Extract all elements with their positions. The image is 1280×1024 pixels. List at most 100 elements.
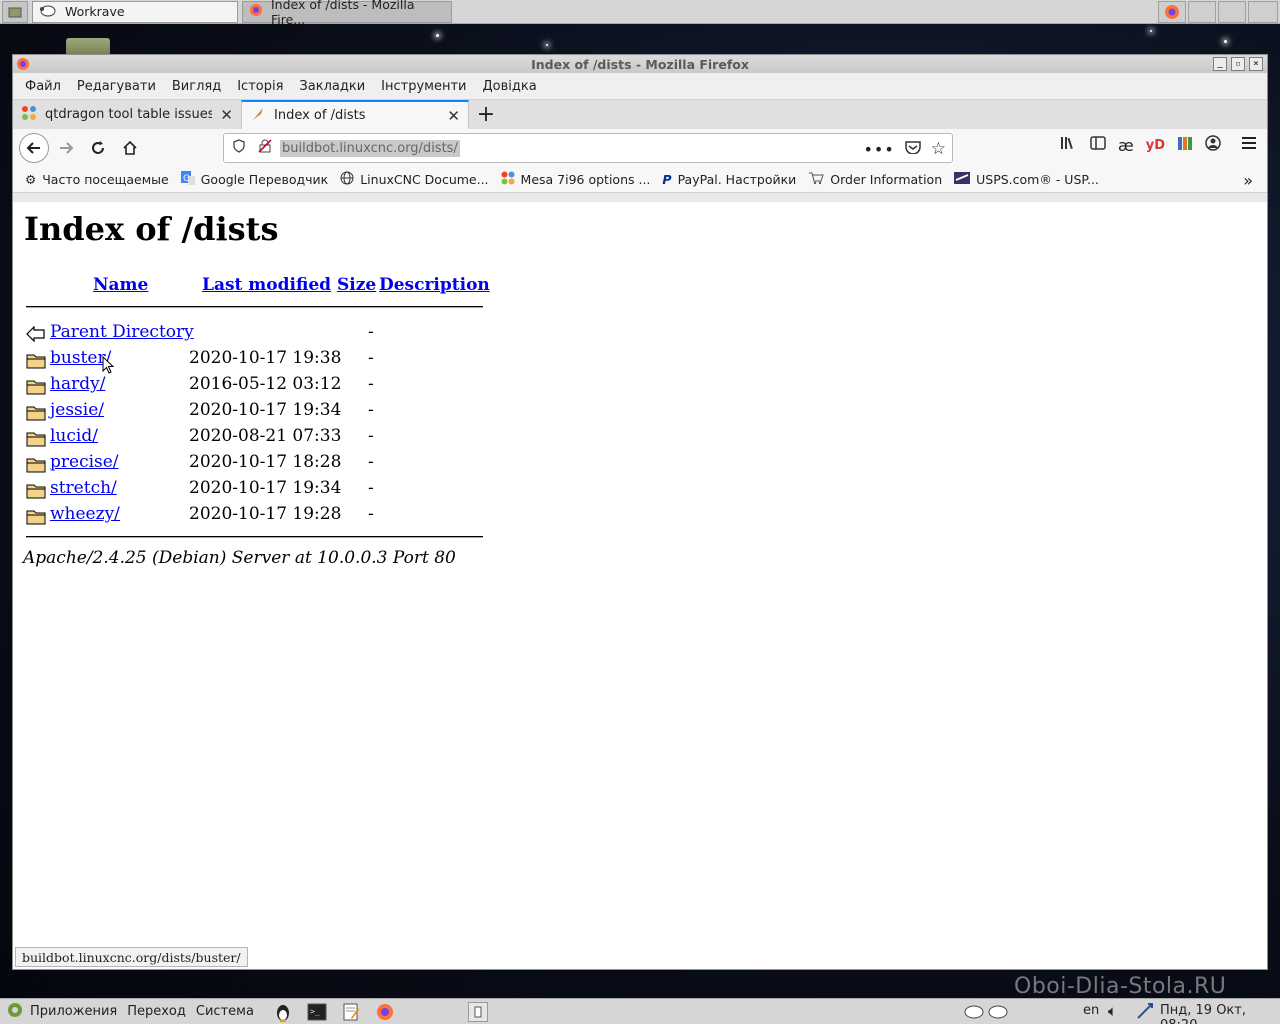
bookmark-most-visited[interactable]: ⚙ Часто посещаемые [25,172,169,187]
account-icon[interactable] [1205,135,1221,155]
reload-button[interactable] [83,133,113,163]
menu-file[interactable]: Файл [17,79,69,94]
back-arrow-icon [26,325,46,343]
pocket-icon[interactable] [905,140,921,158]
bookmark-mesa-7i96[interactable]: Mesa 7i96 options ... [501,171,650,188]
tray-slot[interactable] [1188,1,1216,23]
directory-link[interactable]: lucid/ [50,426,98,446]
text-editor-launcher-icon[interactable] [338,1001,364,1023]
menu-help[interactable]: Довідка [474,79,544,94]
bookmarks-toolbar: ⚙ Часто посещаемые G Google Переводчик L… [13,167,1267,193]
tab-title: qtdragon tool table issues - [45,107,213,122]
volume-icon[interactable]: 🔈︎ [1108,1002,1117,1020]
workspace-switcher[interactable] [467,1001,488,1022]
column-modified-header[interactable]: Last modified [202,275,331,295]
joomla-icon [21,105,37,125]
books-extension-icon[interactable] [1177,135,1193,155]
back-button[interactable] [19,133,49,163]
menu-edit[interactable]: Редагувати [69,79,164,94]
star [1224,40,1227,43]
window-title: Index of /dists - Mozilla Firefox [531,56,749,72]
sheep-icon[interactable] [962,1001,1012,1024]
arrow-right-icon [60,142,74,154]
hamburger-menu-icon[interactable] [1241,136,1257,154]
folder-icon [26,508,46,525]
menu-bookmarks[interactable]: Закладки [291,79,373,94]
bookmark-google-translate[interactable]: G Google Переводчик [180,171,328,188]
clock[interactable]: Пнд, 19 Окт, 08:20 [1160,1003,1280,1024]
url-text[interactable]: buildbot.linuxcnc.org/dists/ [280,139,460,157]
joomla-icon [501,171,515,188]
directory-link[interactable]: wheezy/ [50,504,120,524]
forward-button[interactable] [51,133,81,163]
new-tab-button[interactable]: + [469,100,503,129]
close-window-button[interactable]: × [1249,57,1263,71]
size-cell: - [368,400,374,420]
folder-icon [26,482,46,499]
bookmark-usps[interactable]: USPS.com® - USP... [954,171,1099,188]
table-row: stretch/ 2020-10-17 19:34 - [26,478,486,502]
menu-view[interactable]: Вигляд [164,79,229,94]
close-tab-icon[interactable]: ✕ [447,107,460,125]
minimize-button[interactable]: _ [1213,57,1227,71]
ae-extension-icon[interactable]: æ [1118,136,1134,155]
mouse-cursor-icon [102,356,115,374]
column-size-header[interactable]: Size [337,275,376,295]
maximize-button[interactable]: ▫ [1231,57,1245,71]
size-cell: - [368,426,374,446]
close-tab-icon[interactable]: ✕ [220,106,233,124]
chevron-right-double-icon[interactable]: » [1243,171,1253,190]
yandex-extension-icon[interactable]: yD [1146,138,1165,153]
taskbar-firefox[interactable]: Index of /dists - Mozilla Fire... [242,0,452,27]
tray-firefox-icon[interactable] [1158,1,1186,23]
modified-cell: 2016-05-12 03:12 [189,374,342,394]
size-cell: - [368,374,374,394]
gnome-foot-icon[interactable] [6,1001,24,1023]
taskbar-label: Workrave [65,4,125,19]
bookmark-star-icon[interactable]: ☆ [931,139,946,159]
column-description-header[interactable]: Description [379,275,490,295]
tab-index-dists[interactable]: Index of /dists ✕ [241,100,469,129]
parent-directory-link[interactable]: Parent Directory [50,322,194,342]
bookmark-paypal[interactable]: P PayPal. Настройки [662,172,796,187]
firefox-launcher-icon[interactable] [372,1001,398,1023]
menu-history[interactable]: Історія [229,79,291,94]
home-button[interactable] [115,133,145,163]
modified-cell: 2020-10-17 19:28 [189,504,342,524]
menu-tools[interactable]: Інструменти [373,79,474,94]
applications-menu[interactable]: Приложения [30,1004,117,1019]
desktop-show-icon[interactable] [2,0,28,23]
bookmark-order-information[interactable]: Order Information [808,171,942,188]
places-menu[interactable]: Переход [127,1004,186,1019]
folder-icon [26,352,46,369]
taskbar-workrave[interactable]: Workrave [32,0,238,23]
table-row: precise/ 2020-10-17 18:28 - [26,452,486,476]
url-bar[interactable]: buildbot.linuxcnc.org/dists/ ••• ☆ [223,133,953,163]
modified-cell: 2020-10-17 19:34 [189,400,342,420]
tray-slot[interactable] [1248,1,1278,23]
network-icon[interactable] [1136,1002,1154,1024]
insecure-lock-icon[interactable] [258,139,272,157]
terminal-launcher-icon[interactable]: >_ [304,1001,330,1023]
system-menu[interactable]: Система [196,1004,254,1019]
tab-qtdragon[interactable]: qtdragon tool table issues - ✕ [13,100,241,129]
bookmark-label: PayPal. Настройки [677,172,797,187]
folder-icon [26,378,46,395]
keyboard-layout-indicator[interactable]: en [1083,1003,1099,1018]
page-actions-icon[interactable]: ••• [863,140,894,159]
directory-link[interactable]: precise/ [50,452,119,472]
modified-cell: 2020-10-17 19:38 [189,348,342,368]
bookmark-linuxcnc-docs[interactable]: LinuxCNC Docume... [340,171,489,188]
shield-icon[interactable] [232,139,246,157]
directory-link[interactable]: jessie/ [50,400,104,420]
reload-icon [92,141,104,154]
modified-cell: 2020-08-21 07:33 [189,426,342,446]
directory-link[interactable]: stretch/ [50,478,117,498]
column-name-header[interactable]: Name [93,275,148,295]
penguin-launcher-icon[interactable] [270,1001,296,1023]
window-titlebar[interactable]: Index of /dists - Mozilla Firefox _ ▫ × [13,55,1267,73]
sidebar-icon[interactable] [1090,136,1106,154]
directory-link[interactable]: hardy/ [50,374,105,394]
library-icon[interactable] [1060,135,1078,155]
tray-slot[interactable] [1218,1,1246,23]
